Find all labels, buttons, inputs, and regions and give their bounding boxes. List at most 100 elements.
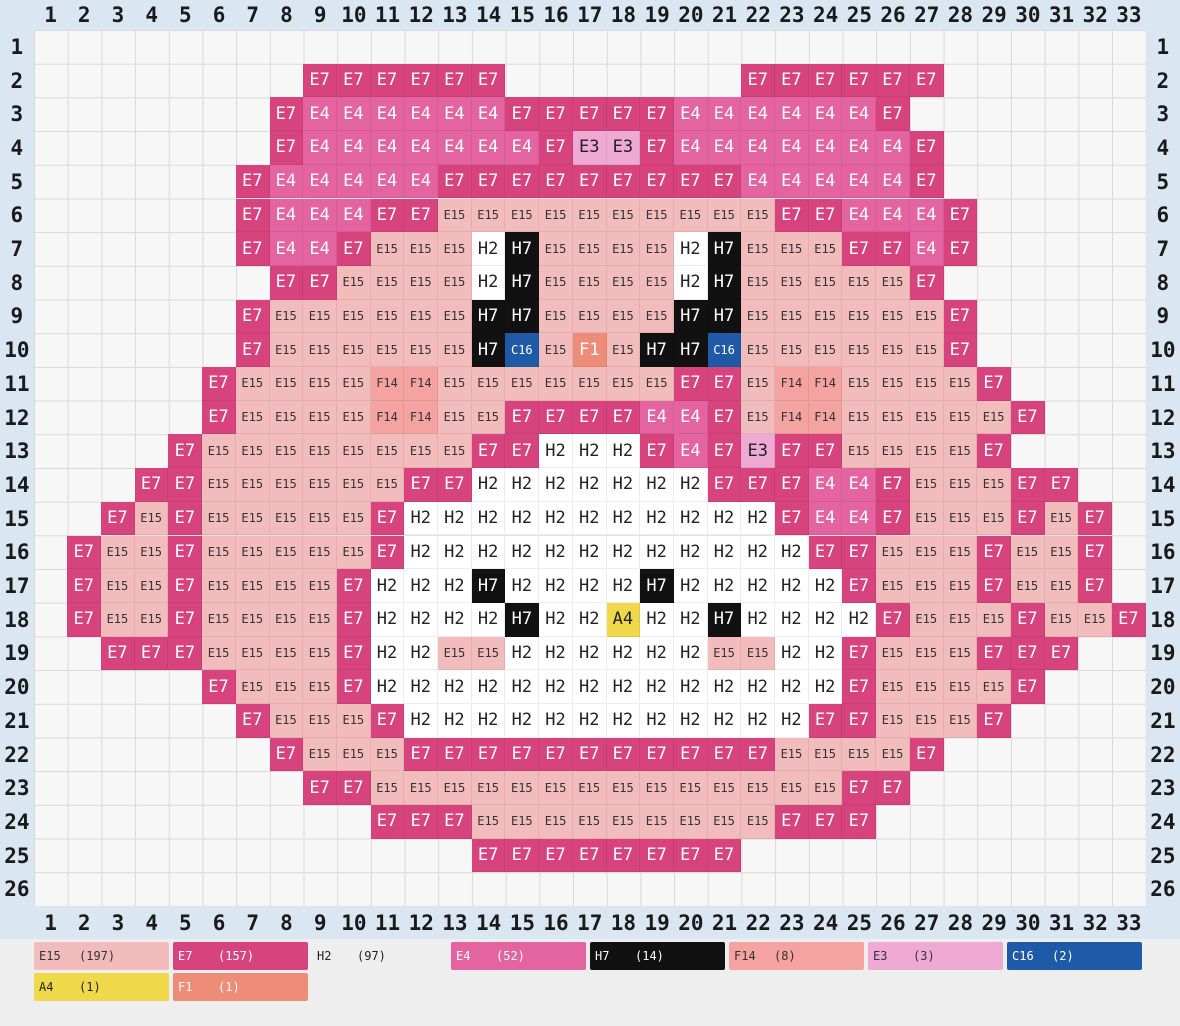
bead-cell-e15[interactable]: E15 (640, 198, 674, 233)
bead-cell-e7[interactable]: E7 (775, 63, 809, 98)
bead-cell-e15[interactable]: E15 (909, 535, 944, 570)
bead-cell-e7[interactable]: E7 (303, 265, 337, 300)
bead-cell-e15[interactable]: E15 (842, 400, 877, 435)
bead-cell-e7[interactable]: E7 (741, 63, 776, 98)
bead-cell-e15[interactable]: E15 (539, 333, 573, 367)
bead-cell-e15[interactable]: E15 (438, 333, 472, 367)
bead-cell-h2[interactable]: H2 (471, 265, 506, 300)
bead-cell-e7[interactable]: E7 (606, 164, 641, 199)
bead-cell-h2[interactable]: H2 (539, 670, 573, 704)
bead-cell-h2[interactable]: H2 (741, 602, 776, 637)
bead-cell-e7[interactable]: E7 (303, 63, 337, 98)
bead-cell-e15[interactable]: E15 (438, 198, 472, 233)
bead-cell-h2[interactable]: H2 (438, 704, 472, 738)
bead-cell-h2[interactable]: H2 (606, 569, 641, 603)
bead-cell-e15[interactable]: E15 (269, 501, 304, 536)
bead-cell-e3[interactable]: E3 (741, 434, 776, 469)
bead-cell-h2[interactable]: H2 (842, 602, 877, 637)
bead-cell-e15[interactable]: E15 (269, 535, 304, 570)
bead-cell-e7[interactable]: E7 (977, 535, 1011, 570)
bead-cell-h7[interactable]: H7 (707, 299, 742, 334)
bead-cell-e15[interactable]: E15 (235, 434, 270, 469)
bead-cell-e7[interactable]: E7 (505, 838, 540, 873)
bead-cell-e15[interactable]: E15 (303, 333, 337, 367)
bead-cell-e4[interactable]: E4 (505, 131, 540, 165)
bead-cell-e15[interactable]: E15 (673, 771, 708, 806)
bead-cell-e7[interactable]: E7 (876, 468, 910, 502)
bead-cell-h2[interactable]: H2 (404, 602, 439, 637)
bead-cell-h7[interactable]: H7 (640, 569, 674, 603)
bead-cell-e7[interactable]: E7 (370, 535, 405, 570)
bead-cell-e4[interactable]: E4 (842, 164, 877, 199)
bead-cell-e15[interactable]: E15 (235, 636, 270, 671)
bead-cell-h2[interactable]: H2 (640, 670, 674, 704)
bead-cell-e7[interactable]: E7 (168, 501, 203, 536)
bead-cell-h7[interactable]: H7 (505, 602, 540, 637)
bead-cell-h7[interactable]: H7 (471, 299, 506, 334)
bead-cell-e7[interactable]: E7 (640, 838, 674, 873)
bead-cell-h2[interactable]: H2 (438, 535, 472, 570)
bead-cell-h2[interactable]: H2 (640, 704, 674, 738)
bead-cell-e15[interactable]: E15 (572, 771, 607, 806)
bead-cell-e7[interactable]: E7 (202, 670, 236, 704)
bead-cell-e4[interactable]: E4 (673, 400, 708, 435)
bead-cell-e7[interactable]: E7 (775, 434, 809, 469)
bead-cell-e7[interactable]: E7 (370, 805, 405, 839)
bead-cell-e15[interactable]: E15 (741, 400, 776, 435)
bead-cell-h2[interactable]: H2 (741, 535, 776, 570)
bead-cell-e7[interactable]: E7 (808, 535, 843, 570)
bead-cell-e15[interactable]: E15 (404, 771, 439, 806)
bead-cell-h2[interactable]: H2 (539, 434, 573, 469)
bead-cell-h2[interactable]: H2 (572, 535, 607, 570)
bead-cell-h2[interactable]: H2 (673, 468, 708, 502)
bead-cell-e15[interactable]: E15 (572, 299, 607, 334)
bead-cell-e15[interactable]: E15 (303, 535, 337, 570)
bead-cell-e7[interactable]: E7 (707, 367, 742, 401)
bead-cell-e15[interactable]: E15 (876, 704, 910, 738)
bead-cell-h2[interactable]: H2 (505, 501, 540, 536)
bead-cell-e7[interactable]: E7 (269, 265, 304, 300)
bead-cell-e7[interactable]: E7 (943, 198, 978, 233)
bead-cell-e7[interactable]: E7 (336, 771, 371, 806)
bead-cell-e4[interactable]: E4 (741, 97, 776, 132)
bead-cell-e7[interactable]: E7 (977, 569, 1011, 603)
bead-cell-e7[interactable]: E7 (707, 400, 742, 435)
bead-cell-e7[interactable]: E7 (673, 838, 708, 873)
bead-cell-h2[interactable]: H2 (673, 636, 708, 671)
bead-cell-e4[interactable]: E4 (909, 198, 944, 233)
bead-cell-e15[interactable]: E15 (1044, 569, 1079, 603)
bead-cell-e4[interactable]: E4 (876, 164, 910, 199)
bead-cell-e7[interactable]: E7 (168, 434, 203, 469)
bead-cell-e15[interactable]: E15 (741, 198, 776, 233)
bead-cell-e4[interactable]: E4 (707, 131, 742, 165)
bead-cell-e15[interactable]: E15 (842, 299, 877, 334)
bead-cell-e7[interactable]: E7 (876, 602, 910, 637)
bead-cell-e7[interactable]: E7 (269, 737, 304, 772)
bead-cell-h2[interactable]: H2 (438, 670, 472, 704)
bead-cell-f14[interactable]: F14 (370, 367, 405, 401)
bead-cell-h2[interactable]: H2 (775, 569, 809, 603)
bead-cell-e15[interactable]: E15 (134, 501, 169, 536)
bead-cell-h2[interactable]: H2 (539, 704, 573, 738)
bead-cell-h2[interactable]: H2 (505, 535, 540, 570)
bead-cell-h2[interactable]: H2 (370, 569, 405, 603)
bead-cell-e7[interactable]: E7 (977, 434, 1011, 469)
bead-cell-e15[interactable]: E15 (640, 771, 674, 806)
bead-cell-e15[interactable]: E15 (438, 636, 472, 671)
bead-cell-h7[interactable]: H7 (673, 299, 708, 334)
bead-cell-e7[interactable]: E7 (438, 468, 472, 502)
bead-cell-e7[interactable]: E7 (336, 569, 371, 603)
bead-cell-e15[interactable]: E15 (943, 569, 978, 603)
bead-cell-e15[interactable]: E15 (572, 232, 607, 266)
bead-cell-e7[interactable]: E7 (101, 501, 135, 536)
bead-cell-e15[interactable]: E15 (438, 434, 472, 469)
bead-cell-e15[interactable]: E15 (303, 400, 337, 435)
bead-cell-e7[interactable]: E7 (370, 501, 405, 536)
bead-cell-e4[interactable]: E4 (775, 164, 809, 199)
bead-cell-e7[interactable]: E7 (909, 164, 944, 199)
bead-cell-h2[interactable]: H2 (640, 602, 674, 637)
bead-cell-f14[interactable]: F14 (775, 400, 809, 435)
bead-cell-e15[interactable]: E15 (539, 299, 573, 334)
bead-cell-e15[interactable]: E15 (606, 771, 641, 806)
bead-cell-e15[interactable]: E15 (909, 299, 944, 334)
